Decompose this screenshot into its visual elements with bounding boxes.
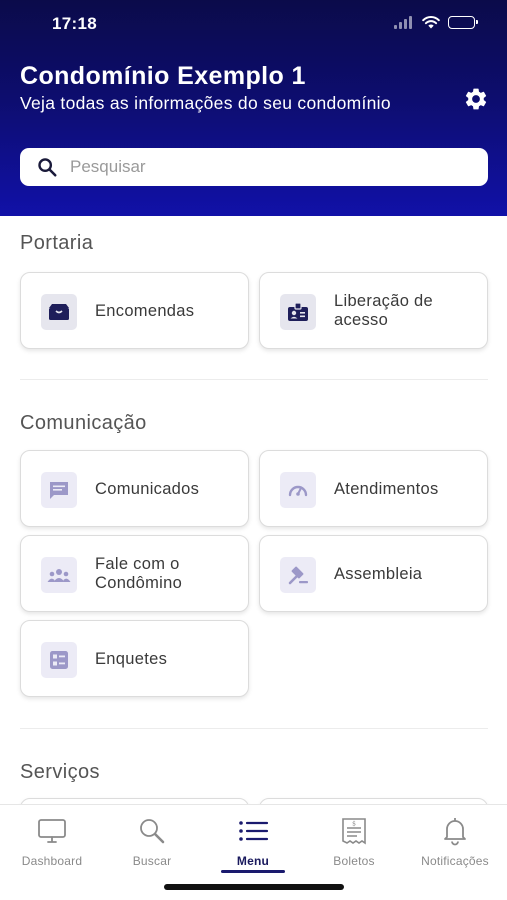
card-label: Assembleia — [334, 565, 423, 583]
tab-dashboard[interactable]: Dashboard — [2, 811, 102, 871]
tab-label: Menu — [236, 854, 270, 868]
poll-icon — [41, 642, 77, 678]
search-input[interactable] — [70, 157, 470, 177]
bell-icon — [444, 818, 466, 846]
card-encomendas[interactable]: Encomendas — [20, 272, 249, 349]
section-divider — [20, 379, 488, 380]
card-label: Liberação de acesso — [334, 292, 434, 329]
cellular-signal-icon — [394, 15, 414, 29]
home-indicator — [164, 884, 344, 890]
active-tab-indicator — [221, 870, 285, 873]
section-title-comunicacao: Comunicação — [20, 412, 147, 434]
battery-icon — [448, 15, 478, 29]
header: 17:18 Condomínio Exemplo 1 Veja todas as… — [0, 0, 507, 216]
card-liberacao-acesso[interactable]: Liberação de acesso — [259, 272, 488, 349]
card-enquetes[interactable]: Enquetes — [20, 620, 249, 697]
tab-label: Boletos — [333, 854, 375, 868]
tab-bar: Dashboard Buscar Menu $ Boletos Notifica… — [0, 804, 507, 900]
receipt-icon: $ — [342, 818, 366, 845]
tab-label: Buscar — [132, 854, 172, 868]
id-badge-icon — [280, 294, 316, 330]
svg-text:$: $ — [352, 821, 356, 828]
menu-content[interactable]: Portaria Encomendas Liberação de acesso — [0, 216, 507, 804]
card-fale-com-condomino[interactable]: Fale com o Condômino — [20, 535, 249, 612]
card-label: Comunicados — [95, 480, 200, 498]
card-label: Fale com o Condômino — [95, 555, 183, 592]
tab-label: Notificações — [421, 854, 489, 868]
section-divider — [20, 728, 488, 729]
search-bar[interactable] — [20, 148, 488, 186]
speedometer-icon — [280, 472, 316, 508]
tab-buscar[interactable]: Buscar — [102, 811, 202, 871]
tab-notificacoes[interactable]: Notificações — [405, 811, 505, 871]
section-title-portaria: Portaria — [20, 232, 94, 254]
card-label: Atendimentos — [334, 480, 439, 498]
menu-list-icon — [239, 821, 269, 841]
search-icon — [140, 819, 165, 844]
tab-label: Dashboard — [21, 854, 83, 868]
search-icon — [38, 158, 57, 177]
message-icon — [41, 472, 77, 508]
card-atendimentos[interactable]: Atendimentos — [259, 450, 488, 527]
card-comunicados[interactable]: Comunicados — [20, 450, 249, 527]
status-bar: 17:18 — [0, 0, 507, 48]
gear-icon[interactable] — [463, 86, 489, 112]
package-icon — [41, 294, 77, 330]
card-label: Enquetes — [95, 650, 168, 668]
status-icons — [394, 15, 478, 29]
status-time: 17:18 — [52, 14, 97, 33]
tab-boletos[interactable]: $ Boletos — [304, 811, 404, 871]
tab-menu[interactable]: Menu — [203, 811, 303, 873]
page-title: Condomínio Exemplo 1 — [20, 62, 306, 90]
card-assembleia[interactable]: Assembleia — [259, 535, 488, 612]
group-icon — [41, 557, 77, 593]
page-subtitle: Veja todas as informações do seu condomí… — [20, 93, 391, 113]
gavel-icon — [280, 557, 316, 593]
card-label: Encomendas — [95, 302, 195, 320]
section-title-servicos: Serviços — [20, 761, 100, 783]
wifi-icon — [422, 16, 440, 29]
monitor-icon — [38, 819, 66, 843]
